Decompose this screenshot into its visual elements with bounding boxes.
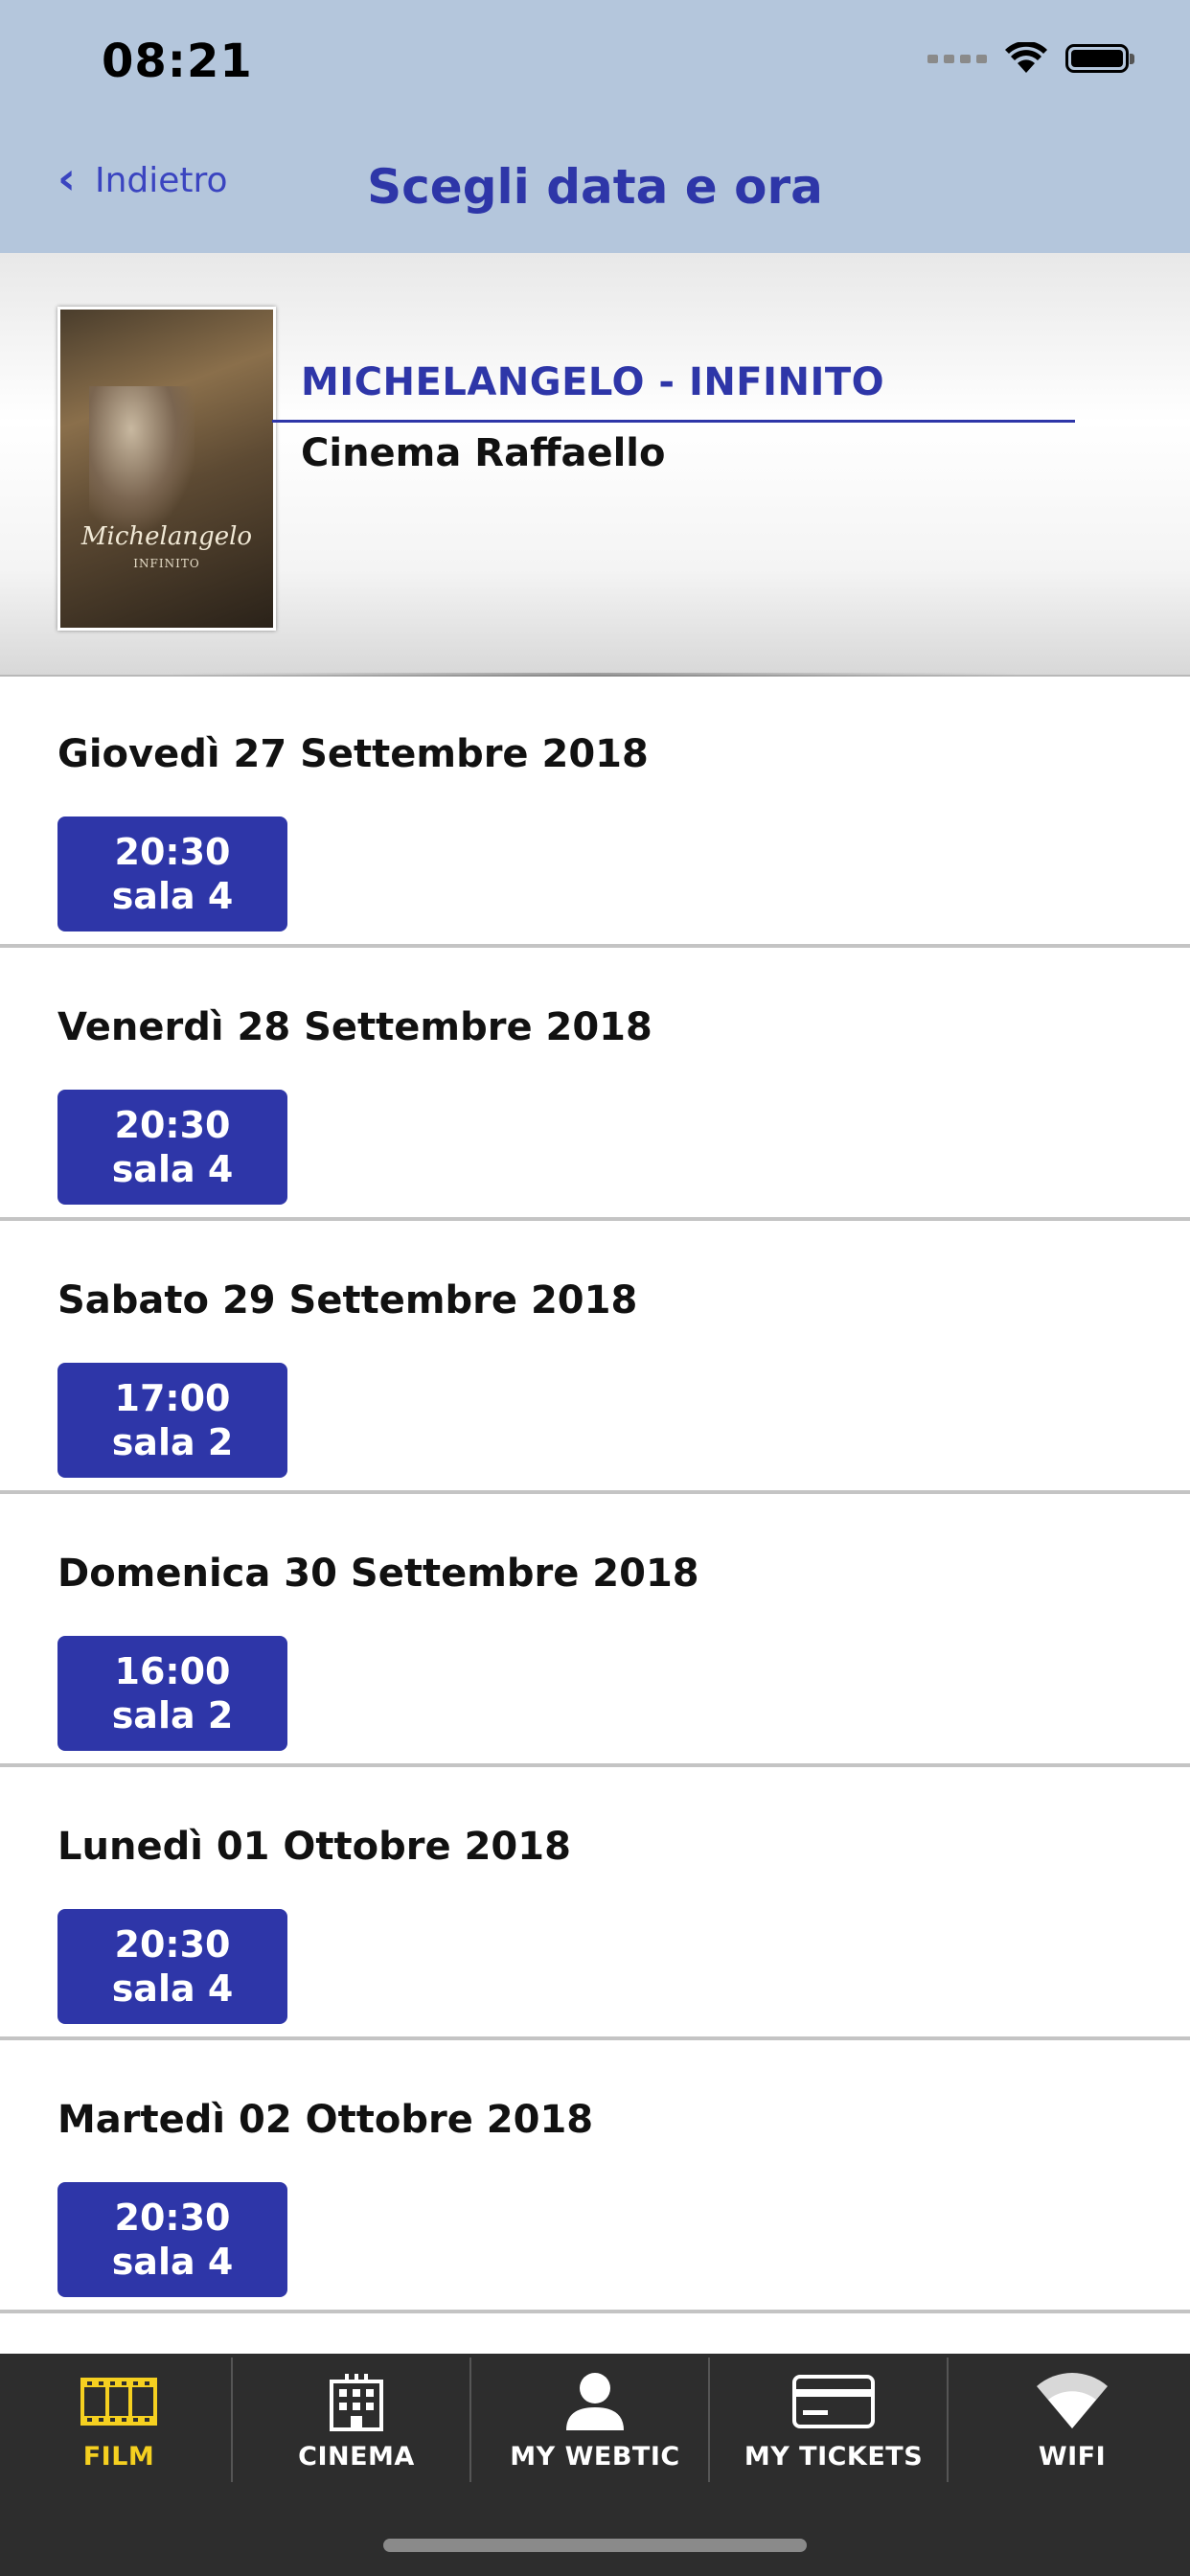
movie-title: MICHELANGELO - INFINITO (301, 360, 885, 404)
tab-wifi[interactable]: WIFI (953, 2354, 1190, 2482)
showtime-button[interactable]: 20:30 sala 4 (57, 816, 287, 932)
day-label: Lunedì 01 Ottobre 2018 (57, 1825, 571, 1869)
poster-title: Michelangelo (80, 522, 253, 551)
schedule-day: Domenica 30 Settembre 2018 16:00 sala 2 (0, 1496, 1190, 1767)
showtime-button[interactable]: 20:30 sala 4 (57, 1909, 287, 2024)
tab-divider (231, 2358, 233, 2482)
status-icons (927, 42, 1134, 75)
schedule-day: Lunedì 01 Ottobre 2018 20:30 sala 4 (0, 1769, 1190, 2040)
page-title: Scegli data e ora (367, 159, 823, 215)
cinema-name: Cinema Raffaello (301, 431, 666, 475)
film-icon (80, 2371, 157, 2432)
tab-divider (708, 2358, 710, 2482)
showtime-button[interactable]: 16:00 sala 2 (57, 1636, 287, 1751)
tab-label: MY WEBTIC (510, 2442, 680, 2472)
status-time: 08:21 (102, 34, 253, 88)
poster-subtitle: INFINITO (133, 557, 200, 570)
showtime-time: 16:00 (114, 1650, 231, 1692)
tab-label: MY TICKETS (744, 2442, 924, 2472)
cellular-signal-icon (927, 54, 987, 63)
showtime-button[interactable]: 20:30 sala 4 (57, 2182, 287, 2297)
tab-my-tickets[interactable]: MY TICKETS (715, 2354, 952, 2482)
tab-label: CINEMA (298, 2442, 415, 2472)
showtime-time: 20:30 (114, 2196, 231, 2239)
tab-divider (469, 2358, 471, 2482)
schedule-day: Martedì 02 Ottobre 2018 20:30 sala 4 (0, 2042, 1190, 2313)
user-icon (564, 2371, 626, 2432)
day-label: Sabato 29 Settembre 2018 (57, 1278, 638, 1322)
showtime-room: sala 2 (111, 1694, 234, 1736)
showtime-time: 20:30 (114, 1104, 231, 1146)
showtime-room: sala 4 (111, 1967, 234, 2010)
showtime-time: 20:30 (114, 831, 231, 873)
showtime-time: 17:00 (114, 1377, 231, 1419)
day-label: Martedì 02 Ottobre 2018 (57, 2098, 594, 2142)
top-bar: 08:21 ‹ Indietro Scegli data e ora (0, 0, 1190, 253)
cinema-building-icon (328, 2371, 385, 2432)
tab-my-webtic[interactable]: MY WEBTIC (476, 2354, 714, 2482)
schedule-day: Sabato 29 Settembre 2018 17:00 sala 2 (0, 1223, 1190, 1494)
showtime-room: sala 2 (111, 1421, 234, 1463)
showtime-room: sala 4 (111, 1148, 234, 1190)
tab-cinema[interactable]: CINEMA (238, 2354, 475, 2482)
day-label: Domenica 30 Settembre 2018 (57, 1552, 699, 1596)
schedule-day: Giovedì 27 Settembre 2018 20:30 sala 4 (0, 677, 1190, 948)
tab-bar: FILM CINEMA MY WEBTIC MY TICKETS WIFI (0, 2354, 1190, 2576)
showtime-room: sala 4 (111, 875, 234, 917)
tab-film[interactable]: FILM (0, 2354, 238, 2482)
tab-label: WIFI (1038, 2442, 1107, 2472)
poster-figure (89, 386, 195, 530)
day-label: Giovedì 27 Settembre 2018 (57, 732, 649, 776)
day-label: Venerdì 28 Settembre 2018 (57, 1005, 652, 1049)
movie-poster: Michelangelo INFINITO (57, 307, 276, 631)
battery-icon (1065, 44, 1134, 73)
tab-label: FILM (82, 2442, 155, 2472)
showtime-room: sala 4 (111, 2241, 234, 2283)
wifi-status-icon (1005, 42, 1047, 73)
showtime-button[interactable]: 20:30 sala 4 (57, 1090, 287, 1205)
movie-header: Michelangelo INFINITO MICHELANGELO - INF… (0, 253, 1190, 677)
tab-divider (947, 2358, 949, 2482)
title-divider (272, 420, 1075, 423)
schedule-day: Venerdì 28 Settembre 2018 20:30 sala 4 (0, 950, 1190, 1221)
home-indicator (383, 2539, 807, 2552)
showtime-time: 20:30 (114, 1923, 231, 1966)
wifi-icon (1035, 2371, 1110, 2432)
showtime-button[interactable]: 17:00 sala 2 (57, 1363, 287, 1478)
credit-card-icon (791, 2371, 876, 2432)
